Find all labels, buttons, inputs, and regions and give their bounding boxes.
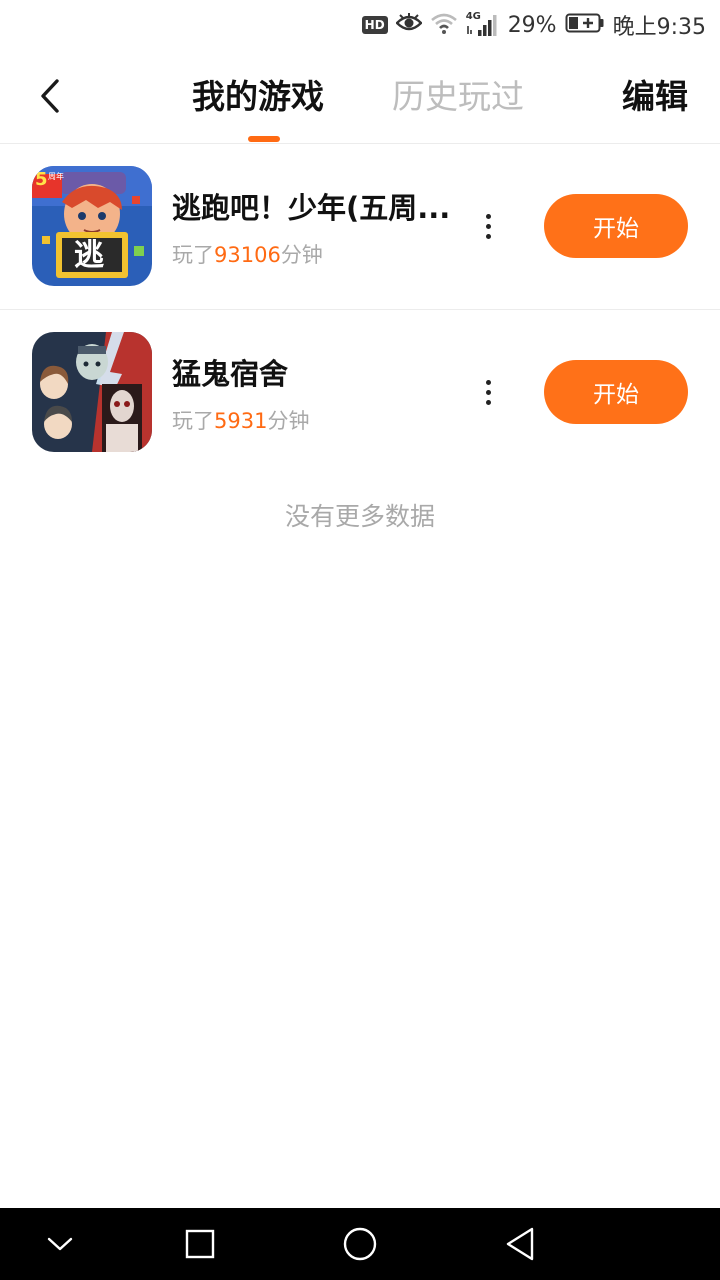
- play-time: 玩了5931分钟: [172, 406, 309, 436]
- battery-percent: 29%: [507, 12, 557, 38]
- anniversary-badge: 5: [35, 169, 48, 190]
- wifi-icon: [430, 12, 458, 38]
- play-time: 玩了93106分钟: [172, 240, 323, 270]
- clock: 晚上9:35: [612, 15, 706, 40]
- more-options-icon[interactable]: [476, 206, 500, 246]
- collapse-icon[interactable]: [38, 1222, 82, 1266]
- play-time-suffix: 分钟: [267, 409, 310, 433]
- game-title[interactable]: 逃跑吧！少年(五周...: [172, 188, 450, 228]
- recents-icon[interactable]: [178, 1222, 222, 1266]
- start-button[interactable]: 开始: [544, 360, 688, 424]
- status-bar-right: HD 4G 29% 晚上9:35: [361, 10, 706, 40]
- play-time-prefix: 玩了: [172, 243, 214, 267]
- hd-icon: HD: [361, 16, 388, 34]
- system-nav-bar: [0, 1208, 720, 1280]
- signal-icon: 4G: [466, 12, 500, 38]
- home-icon[interactable]: [338, 1222, 382, 1266]
- game-title[interactable]: 猛鬼宿舍: [172, 354, 288, 394]
- header: 我的游戏 历史玩过 编辑: [0, 50, 720, 144]
- status-bar: HD 4G 29% 晚上9:35: [0, 0, 720, 50]
- icon-logo-char: 逃: [74, 238, 104, 273]
- game-icon[interactable]: [32, 332, 152, 452]
- play-minutes: 93106: [214, 243, 281, 267]
- anniversary-badge-sub: 周年: [48, 172, 64, 181]
- chevron-left-icon: [41, 79, 59, 113]
- tab-my-games[interactable]: 我的游戏: [192, 74, 324, 120]
- list-item[interactable]: 猛鬼宿舍 玩了5931分钟 开始: [0, 309, 720, 475]
- list-item[interactable]: 5 周年 逃 逃跑吧！少年(五周... 玩了93106分钟 开始: [0, 144, 720, 310]
- play-time-prefix: 玩了: [172, 409, 214, 433]
- game-icon[interactable]: 5 周年 逃: [32, 166, 152, 286]
- play-minutes: 5931: [214, 409, 268, 433]
- tab-history[interactable]: 历史玩过: [392, 74, 524, 120]
- play-time-suffix: 分钟: [280, 243, 323, 267]
- list-end-message: 没有更多数据: [284, 502, 435, 531]
- back-icon[interactable]: [498, 1222, 542, 1266]
- more-options-icon[interactable]: [476, 372, 500, 412]
- battery-icon: [565, 12, 605, 38]
- eye-icon: [394, 13, 423, 37]
- active-tab-indicator: [248, 136, 280, 142]
- back-button[interactable]: [30, 76, 70, 116]
- start-button[interactable]: 开始: [544, 194, 688, 258]
- edit-button[interactable]: 编辑: [622, 74, 688, 120]
